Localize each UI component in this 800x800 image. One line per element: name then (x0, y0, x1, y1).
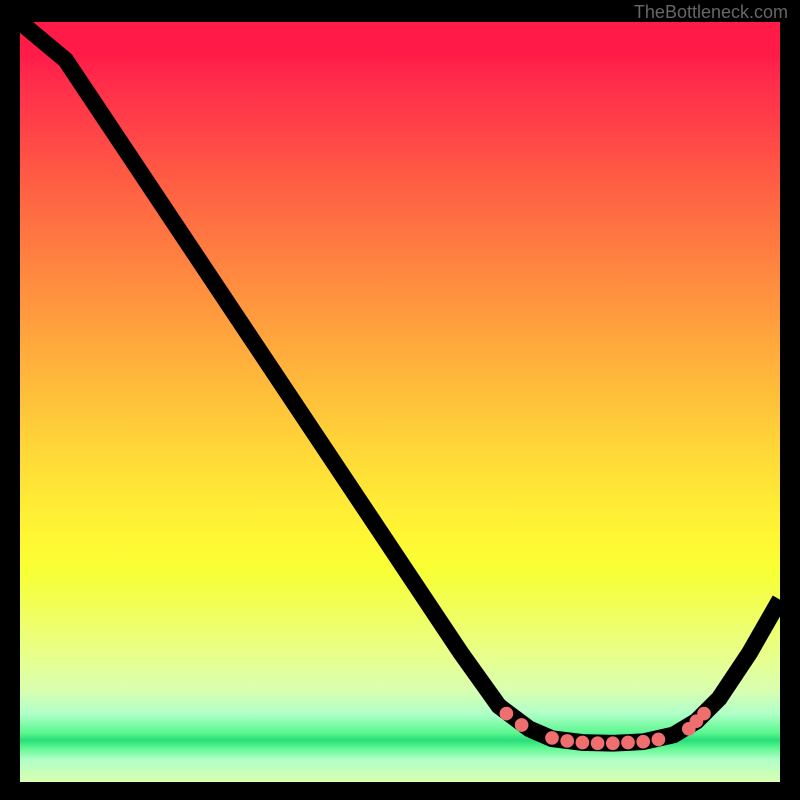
data-marker (515, 718, 529, 732)
data-marker (576, 736, 590, 750)
data-marker (606, 736, 620, 750)
data-marker (500, 707, 514, 721)
data-marker (560, 734, 574, 748)
data-marker (697, 707, 711, 721)
data-marker (591, 736, 605, 750)
data-marker (545, 731, 559, 745)
attribution-text: TheBottleneck.com (634, 2, 788, 23)
bottleneck-curve (20, 22, 780, 743)
chart-plot-area (20, 22, 780, 782)
data-marker (652, 733, 666, 747)
data-marker (636, 735, 650, 749)
chart-svg (20, 22, 780, 782)
data-marker (621, 736, 635, 750)
